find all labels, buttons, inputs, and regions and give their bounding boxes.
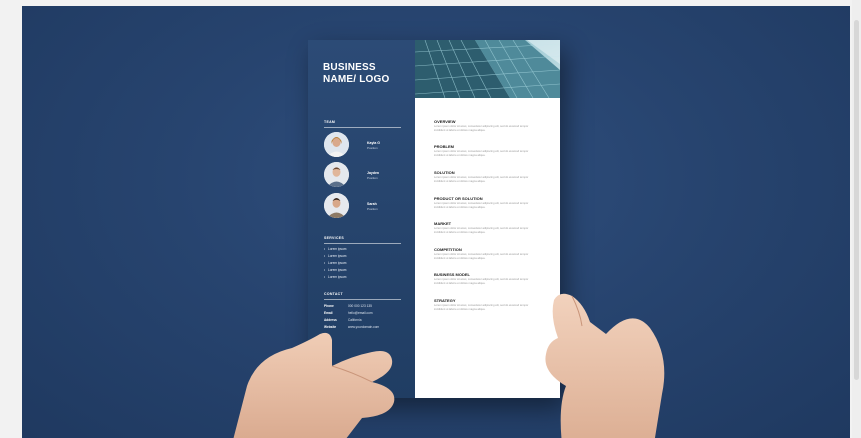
section-title: SOLUTION: [434, 170, 455, 175]
mockup-photo: BUSINESS NAME/ LOGO TEAM Kayla G Positio…: [22, 6, 850, 438]
avatar: [324, 132, 349, 157]
services-heading: SERVICES: [324, 236, 345, 240]
contact-label: Phone: [324, 304, 334, 308]
service-item: Lorem ipsum: [324, 268, 347, 272]
contact-label: Address: [324, 318, 337, 322]
avatar: [324, 193, 349, 218]
section-body: Lorem ipsum dolor sit amet, consectetur …: [434, 278, 529, 285]
business-logo: BUSINESS NAME/ LOGO: [323, 62, 389, 86]
member-name: Jayden: [367, 171, 380, 175]
contact-divider: [324, 299, 401, 300]
section-body: Lorem ipsum dolor sit amet, consectetur …: [434, 202, 529, 209]
service-item: Lorem ipsum: [324, 254, 347, 258]
service-item: Lorem ipsum: [324, 247, 347, 251]
avatar-portrait-icon: [324, 193, 349, 218]
service-item: Lorem ipsum: [324, 275, 347, 279]
section-body: Lorem ipsum dolor sit amet, consectetur …: [434, 304, 529, 311]
avatar: [324, 162, 349, 187]
section-title: OVERVIEW: [434, 119, 456, 124]
building-photo: [415, 40, 560, 98]
section-title: STRATEGY: [434, 298, 456, 303]
contact-label: Email: [324, 311, 333, 315]
section-title: PROBLEM: [434, 144, 454, 149]
member-position: Position: [367, 176, 378, 180]
section-title: BUSINESS MODEL: [434, 272, 471, 277]
section-body: Lorem ipsum dolor sit amet, consectetur …: [434, 125, 529, 132]
section-title: PRODUCT OR SOLUTION: [434, 196, 483, 201]
member-position: Position: [367, 146, 378, 150]
logo-line-2: NAME/ LOGO: [323, 74, 390, 85]
avatar-portrait-icon: [324, 132, 349, 157]
member-name: Kayla G: [367, 141, 381, 145]
avatar-portrait-icon: [324, 162, 349, 187]
right-hand-icon: [545, 293, 665, 438]
contact-heading: CONTACT: [324, 292, 343, 296]
left-hand-icon: [233, 332, 395, 438]
member-name: Sarah: [367, 202, 377, 206]
contact-value: hello@email.com: [348, 311, 373, 315]
contact-value: 000 000 123 135: [348, 304, 372, 308]
services-divider: [324, 243, 401, 244]
section-body: Lorem ipsum dolor sit amet, consectetur …: [434, 150, 529, 157]
section-body: Lorem ipsum dolor sit amet, consectetur …: [434, 253, 529, 260]
section-title: MARKET: [434, 221, 452, 226]
member-position: Position: [367, 207, 378, 211]
service-item: Lorem ipsum: [324, 261, 347, 265]
contact-value: California: [348, 318, 362, 322]
section-title: COMPETITION: [434, 247, 462, 252]
section-body: Lorem ipsum dolor sit amet, consectetur …: [434, 176, 529, 183]
section-body: Lorem ipsum dolor sit amet, consectetur …: [434, 227, 529, 234]
logo-line-1: BUSINESS: [323, 62, 376, 73]
team-heading: TEAM: [324, 120, 336, 124]
team-divider: [324, 127, 401, 128]
scrollbar-thumb[interactable]: [854, 20, 859, 380]
glass-building-icon: [415, 40, 560, 98]
